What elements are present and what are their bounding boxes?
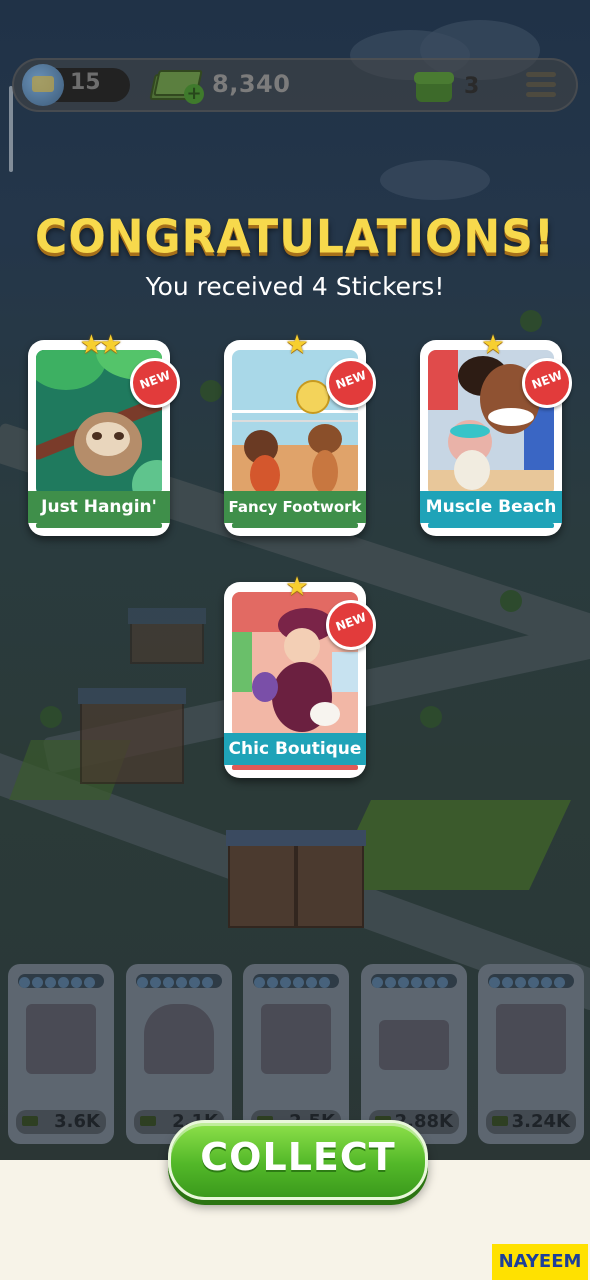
- property-card: 3.24K: [478, 964, 584, 1144]
- sticker-name-label: Muscle Beach: [420, 491, 562, 523]
- sticker-card-just-hangin[interactable]: Just Hangin' ★★ NEW: [28, 332, 180, 536]
- gift-box-icon[interactable]: [414, 68, 454, 102]
- water-tower-icon: [144, 1004, 214, 1074]
- level-badge-icon[interactable]: [22, 64, 64, 106]
- scrollbar[interactable]: [9, 86, 13, 172]
- property-card: 2.5K: [243, 964, 349, 1144]
- new-badge: NEW: [130, 358, 180, 408]
- cash-icon[interactable]: +: [149, 70, 204, 104]
- level-value: 15: [70, 70, 101, 95]
- new-badge: NEW: [326, 358, 376, 408]
- property-card: 2.88K: [361, 964, 467, 1144]
- property-price: 3.24K: [511, 1111, 570, 1132]
- sticker-name-label: Chic Boutique: [224, 733, 366, 765]
- bridge-icon: [379, 1020, 449, 1070]
- cash-value: 8,340: [212, 70, 291, 98]
- sticker-card-muscle-beach[interactable]: Muscle Beach ★ NEW: [420, 332, 572, 536]
- property-card: 2.1K: [126, 964, 232, 1144]
- building-icon: [26, 1004, 96, 1074]
- new-badge: NEW: [522, 358, 572, 408]
- sticker-name-label: Fancy Footwork: [224, 491, 366, 523]
- star-rating-1: ★: [285, 572, 308, 602]
- sticker-card-chic-boutique[interactable]: Chic Boutique ★ NEW: [224, 574, 376, 778]
- collect-button[interactable]: COLLECT: [168, 1120, 428, 1200]
- star-rating-2: ★★: [79, 330, 123, 360]
- station-icon: [261, 1004, 331, 1074]
- stickers-received-subtitle: You received 4 Stickers!: [145, 272, 445, 301]
- castle-icon: [496, 1004, 566, 1074]
- congratulations-title: CONGRATULATIONS!: [35, 210, 555, 265]
- star-rating-1: ★: [481, 330, 504, 360]
- new-badge: NEW: [326, 600, 376, 650]
- collect-button-label: COLLECT: [200, 1135, 396, 1179]
- property-price: 3.6K: [54, 1111, 100, 1132]
- sticker-card-fancy-footwork[interactable]: Fancy Footwork ★ NEW: [224, 332, 376, 536]
- property-card: 3.6K: [8, 964, 114, 1144]
- menu-icon[interactable]: [526, 72, 556, 98]
- star-rating-1: ★: [285, 330, 308, 360]
- gift-count: 3: [464, 74, 480, 99]
- watermark: NAYEEM: [492, 1244, 588, 1280]
- sticker-name-label: Just Hangin': [28, 491, 170, 523]
